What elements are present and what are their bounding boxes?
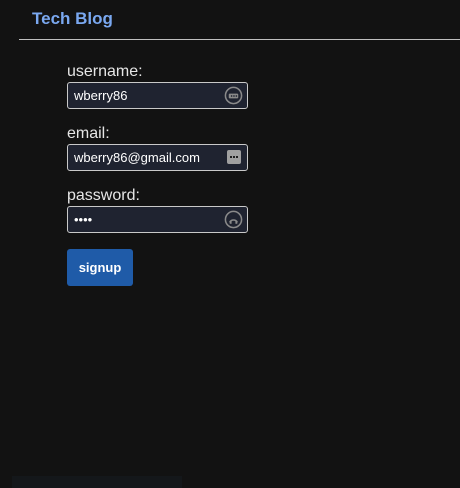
password-label: password: [67, 187, 140, 204]
password-input-wrap [67, 206, 248, 233]
signup-button[interactable]: signup [67, 249, 133, 286]
brand-link[interactable]: Tech Blog [32, 9, 113, 29]
username-input-wrap [67, 82, 248, 109]
autofill-icon[interactable] [227, 150, 241, 164]
username-label: username: [67, 63, 143, 80]
username-field-group: username: [67, 63, 267, 109]
signup-form: username: email: password: [67, 63, 267, 286]
email-field-group: email: [67, 125, 267, 171]
password-manager-icon[interactable] [224, 210, 243, 229]
password-field-group: password: [67, 187, 267, 233]
password-manager-icon[interactable] [224, 86, 243, 105]
header: Tech Blog [19, 0, 460, 40]
status-bar [12, 476, 182, 488]
username-input[interactable] [68, 83, 218, 108]
email-input[interactable] [68, 145, 218, 170]
password-input[interactable] [68, 207, 218, 232]
email-label: email: [67, 125, 110, 142]
email-input-wrap [67, 144, 248, 171]
